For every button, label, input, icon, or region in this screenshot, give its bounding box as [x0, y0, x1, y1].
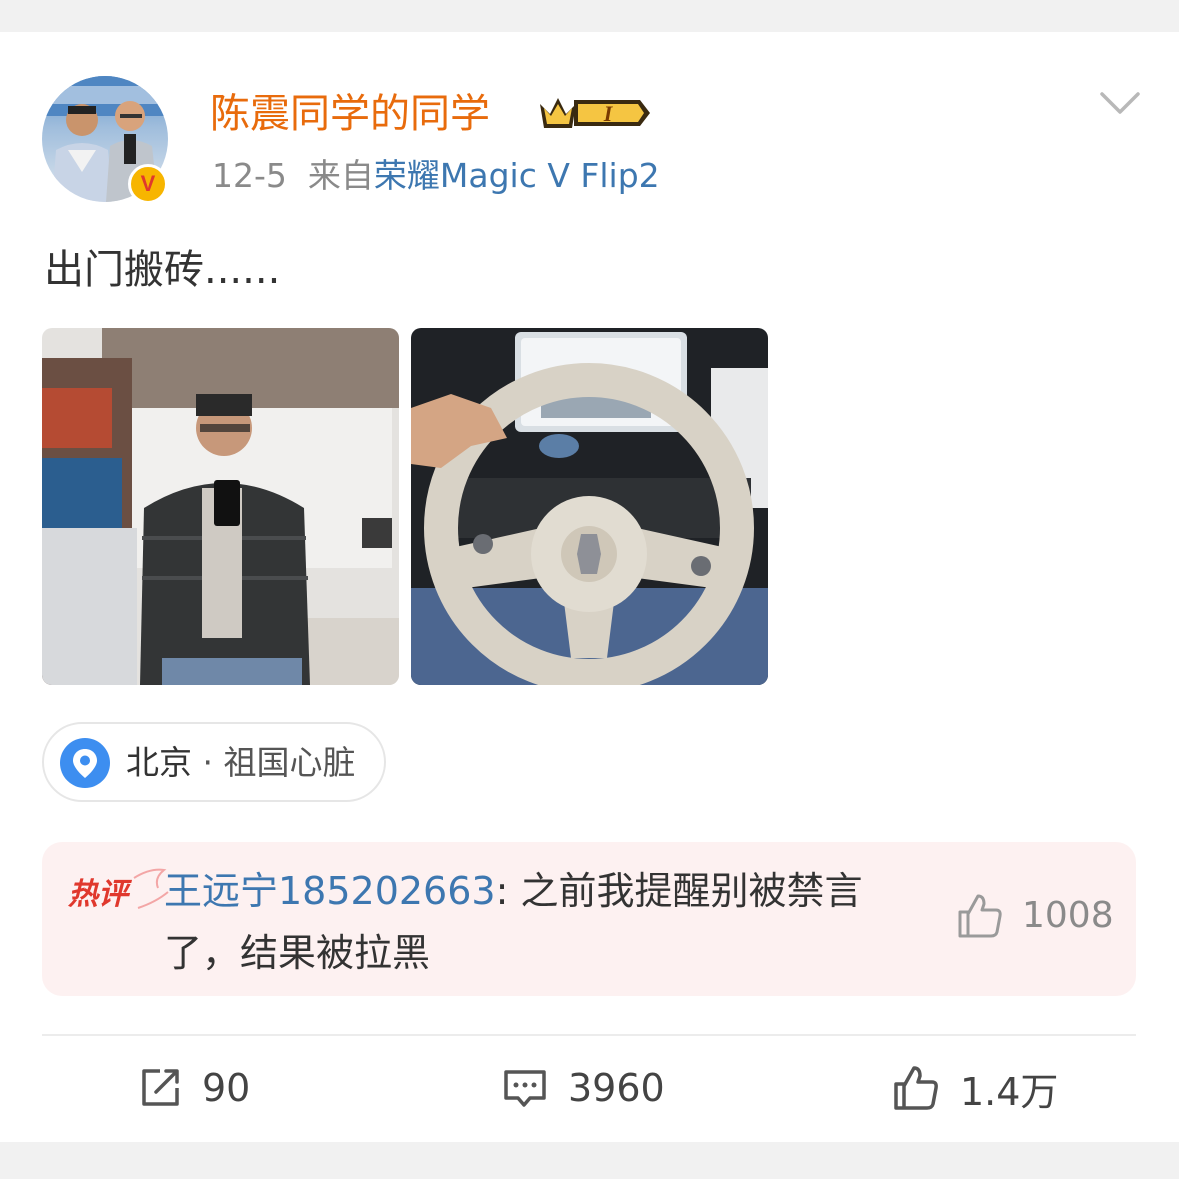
hot-comment-body: 王远宁185202663: 之前我提醒别被禁言了，结果被拉黑 [164, 860, 904, 984]
repost-count: 90 [202, 1066, 251, 1110]
hot-comment-author[interactable]: 王远宁185202663 [164, 869, 496, 913]
comment-button[interactable]: 3960 [502, 1064, 665, 1112]
username[interactable]: 陈震同学的同学 [210, 86, 490, 142]
hot-comment[interactable]: 热评 王远宁185202663: 之前我提醒别被禁言了，结果被拉黑 1008 [42, 842, 1136, 996]
hot-comment-tag: 热评 [67, 868, 169, 912]
post-meta: 12-5 来自荣耀Magic V Flip2 [212, 154, 660, 198]
repost-button[interactable]: 90 [138, 1064, 250, 1112]
hot-comment-colon: : [495, 869, 521, 913]
post-image-1[interactable] [42, 328, 399, 685]
chevron-down-icon[interactable] [1098, 88, 1142, 118]
from-prefix: 来自 [307, 156, 374, 195]
location-separator: · [192, 743, 224, 782]
comment-count: 3960 [568, 1066, 665, 1110]
like-icon [894, 1066, 938, 1110]
hot-comment-like-count: 1008 [1022, 895, 1114, 936]
like-count: 1.4万 [960, 1069, 1059, 1114]
location-label: 北京 · 祖国心脏 [126, 738, 355, 788]
divider [42, 1034, 1136, 1036]
location-name: 祖国心脏 [223, 743, 356, 782]
post-image-2[interactable] [411, 328, 768, 685]
verified-badge-icon: V [128, 164, 168, 204]
thumbs-up-icon[interactable] [956, 892, 1004, 940]
comment-icon [504, 1070, 546, 1107]
repost-icon [142, 1069, 179, 1106]
member-crown-icon[interactable]: I [536, 92, 652, 134]
location-chip[interactable]: 北京 · 祖国心脏 [42, 722, 386, 802]
like-button[interactable]: 1.4万 [892, 1064, 1058, 1114]
location-city: 北京 [126, 743, 192, 782]
post-text: 出门搬砖...... [44, 247, 281, 293]
location-pin-icon [60, 738, 110, 788]
member-level-label: I [603, 101, 614, 126]
post-date: 12-5 [212, 156, 287, 195]
source-device-link[interactable]: 荣耀Magic V Flip2 [374, 156, 660, 195]
svg-text:热评: 热评 [67, 877, 133, 912]
